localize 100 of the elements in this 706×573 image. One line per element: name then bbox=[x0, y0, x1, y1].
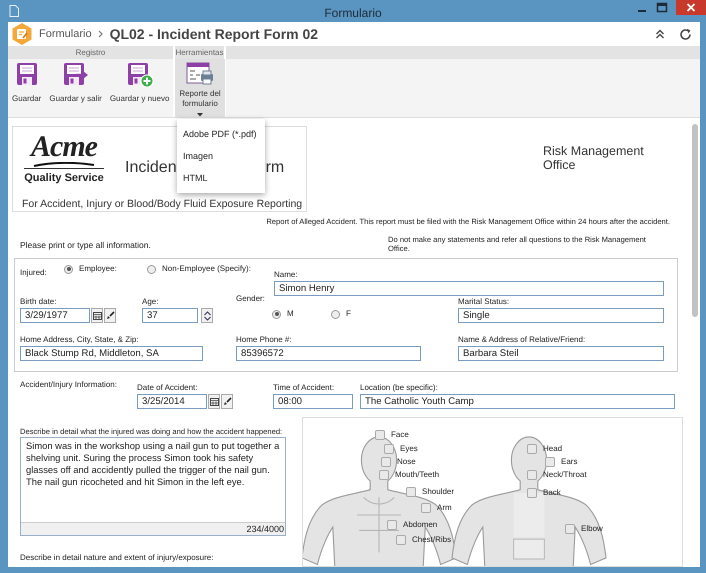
form-title: rm bbox=[266, 158, 284, 178]
group-header: Herramientas bbox=[175, 46, 224, 59]
field-label: Date of Accident: bbox=[137, 383, 198, 393]
text-field[interactable]: Simon Henry bbox=[274, 281, 664, 296]
checkbox-label: Back bbox=[543, 487, 561, 499]
text-field[interactable]: 08:00 bbox=[273, 394, 353, 409]
clear-button[interactable] bbox=[221, 394, 233, 409]
radio-label: M bbox=[287, 308, 294, 320]
checkbox-label: Nose bbox=[397, 456, 416, 468]
checkbox-label: Face bbox=[391, 429, 409, 441]
text-field[interactable]: 3/29/1977 bbox=[20, 308, 90, 323]
field-label: Home Phone #: bbox=[236, 335, 293, 345]
checkbox[interactable] bbox=[381, 457, 391, 467]
logo-tagline: Quality Service bbox=[24, 168, 104, 186]
logo-swoosh-icon bbox=[32, 162, 96, 168]
field-label: Describe in detail nature and extent of injury/exposure: bbox=[20, 553, 214, 563]
group-header: Registro bbox=[8, 46, 173, 59]
floppy-plus-icon bbox=[126, 62, 154, 88]
field-label: Name: bbox=[274, 270, 299, 280]
checkbox[interactable] bbox=[565, 524, 575, 534]
calendar-icon bbox=[210, 397, 218, 406]
form-title: Inciden bbox=[125, 158, 177, 178]
document-icon bbox=[9, 5, 19, 17]
checkbox-label: Elbow bbox=[581, 523, 603, 535]
field-label: Time of Accident: bbox=[273, 383, 336, 393]
character-counter: 234/4000 bbox=[21, 522, 285, 535]
checkbox[interactable] bbox=[375, 430, 385, 440]
text-field[interactable]: The Catholic Youth Camp bbox=[360, 394, 675, 409]
checkbox[interactable] bbox=[379, 470, 389, 480]
up-down-arrows-icon bbox=[202, 310, 212, 322]
spin-button[interactable] bbox=[201, 308, 213, 323]
field-label: Age: bbox=[142, 297, 160, 307]
checkbox[interactable] bbox=[396, 535, 406, 545]
refresh-button[interactable] bbox=[679, 28, 692, 40]
checkbox-label: Chest/Ribs bbox=[412, 534, 452, 546]
checkbox-label: Abdomen bbox=[403, 519, 438, 531]
instruction-text: Please print or type all information. bbox=[20, 239, 151, 252]
checkbox[interactable] bbox=[406, 487, 416, 497]
radio-label: Employee: bbox=[79, 263, 117, 275]
checkbox[interactable] bbox=[527, 444, 537, 454]
checkbox[interactable] bbox=[527, 488, 537, 498]
checkbox[interactable] bbox=[387, 520, 397, 530]
page-title: QL02 - Incident Report Form 02 bbox=[110, 24, 318, 44]
checkbox[interactable] bbox=[421, 503, 431, 513]
radio-button[interactable] bbox=[147, 264, 156, 274]
logo-wordmark: Acme bbox=[31, 132, 97, 162]
checkbox-label: Shoulder bbox=[422, 486, 454, 498]
ribbon-button[interactable]: Guardar bbox=[9, 59, 44, 117]
menu-item[interactable]: Imagen bbox=[177, 145, 265, 167]
description-field[interactable]: Simon was in the workshop using a nail gun to put together a shelving unit. Suring the process Simon took his safety glasses off and accidently pulled the trigger of the nail gun. The nail gun ricocheted and hit Simon in the left eye. 234/4000 bbox=[20, 437, 286, 536]
radio-label: F bbox=[346, 308, 351, 320]
field-label: Marital Status: bbox=[458, 297, 510, 307]
text-field[interactable]: Barbara Steil bbox=[458, 346, 664, 361]
report-printer-icon bbox=[186, 62, 214, 86]
window-title: Formulario bbox=[324, 5, 382, 22]
form-subtitle: For Accident, Injury or Blood/Body Fluid Exposure Reporting bbox=[22, 197, 302, 212]
menu-item[interactable]: Adobe PDF (*.pdf) bbox=[177, 123, 265, 145]
caret-icon bbox=[197, 113, 203, 117]
brush-icon bbox=[222, 397, 232, 406]
clear-button[interactable] bbox=[104, 308, 116, 323]
calendar-icon bbox=[92, 311, 102, 320]
office-text: Risk Management Office bbox=[543, 144, 645, 174]
calendar-button[interactable] bbox=[208, 394, 220, 409]
ribbon-button[interactable]: Guardar y salir bbox=[46, 59, 105, 117]
radio-label: Non-Employee (Specify): bbox=[162, 263, 251, 275]
scrollbar-thumb[interactable] bbox=[692, 124, 698, 317]
checkbox[interactable] bbox=[384, 444, 394, 454]
checkbox-label: Head bbox=[543, 443, 562, 455]
text-field[interactable]: 3/25/2014 bbox=[137, 394, 207, 409]
checkbox-label: Neck/Throat bbox=[543, 469, 587, 481]
field-label: Home Address, City, State, & Zip: bbox=[20, 335, 140, 345]
checkbox[interactable] bbox=[527, 470, 537, 480]
collapse-button[interactable] bbox=[655, 29, 665, 39]
text-field[interactable]: 85396572 bbox=[236, 346, 421, 361]
checkbox[interactable] bbox=[545, 457, 555, 467]
calendar-button[interactable] bbox=[91, 308, 103, 323]
checkbox-label: Eyes bbox=[400, 443, 418, 455]
brush-icon bbox=[106, 311, 114, 320]
field-label: Location (be specific): bbox=[360, 383, 439, 393]
menu-item[interactable]: HTML bbox=[177, 167, 265, 189]
checkbox-label: Arm bbox=[437, 502, 452, 514]
chevron-right-icon bbox=[98, 30, 104, 38]
text-field[interactable]: Single bbox=[458, 308, 664, 323]
field-label: Injured: bbox=[20, 267, 48, 279]
radio-button[interactable] bbox=[331, 310, 340, 318]
field-label: Birth date: bbox=[20, 297, 58, 307]
ribbon-button[interactable]: Reporte del formulario bbox=[175, 59, 225, 117]
checkbox-label: Ears bbox=[561, 456, 578, 468]
field-label: Name & Address of Relative/Friend: bbox=[458, 335, 586, 345]
field-label: Gender: bbox=[236, 294, 266, 304]
radio-button[interactable] bbox=[272, 310, 281, 318]
maximize-button[interactable] bbox=[656, 2, 668, 14]
field-label: Accident/Injury Information: bbox=[20, 379, 118, 391]
close-button[interactable] bbox=[676, 0, 706, 15]
text-field[interactable]: 37 bbox=[142, 308, 198, 323]
radio-button[interactable] bbox=[64, 264, 73, 274]
breadcrumb-link[interactable]: Formulario bbox=[39, 26, 92, 42]
checkbox-label: Mouth/Teeth bbox=[395, 469, 440, 481]
text-field[interactable]: Black Stump Rd, Middleton, SA bbox=[20, 346, 203, 361]
ribbon-button[interactable]: Guardar y nuevo bbox=[106, 59, 172, 117]
